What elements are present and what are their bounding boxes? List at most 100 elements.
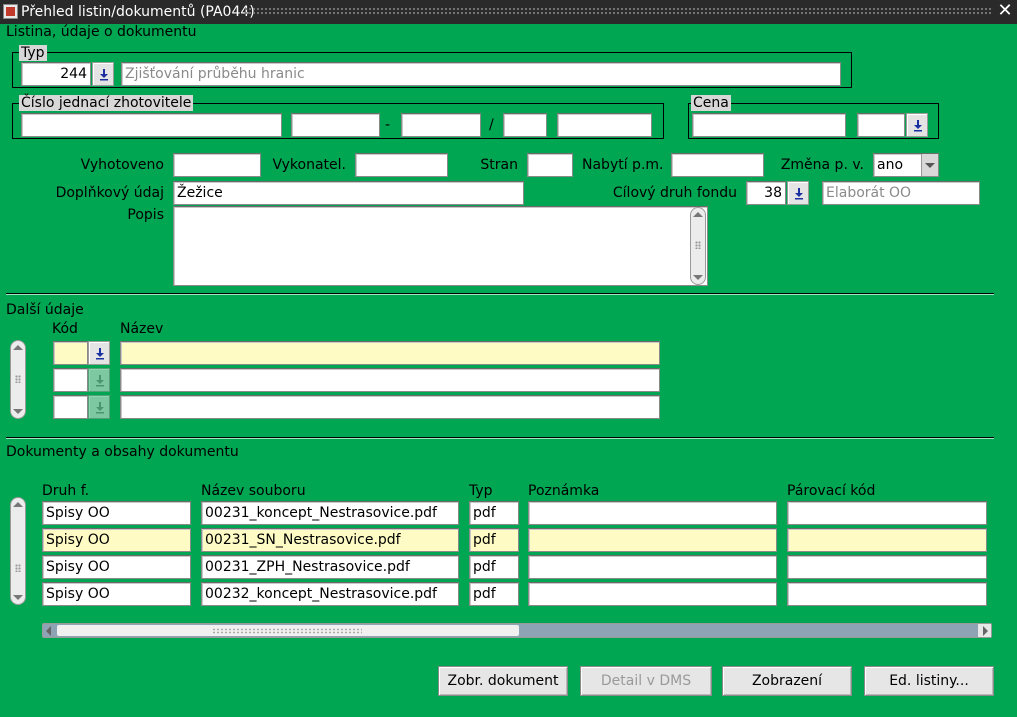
zobrazeni-button[interactable]: Zobrazení bbox=[722, 666, 852, 696]
cislo-jednaci-part-2[interactable] bbox=[291, 113, 380, 137]
title-bar-grip bbox=[244, 7, 993, 16]
popis-label: Popis bbox=[127, 207, 164, 223]
dokumenty-col-poznamka: Poznámka bbox=[528, 483, 600, 499]
vykonatel-label: Vykonatel. bbox=[272, 157, 346, 173]
zobr-dokument-button[interactable]: Zobr. dokument bbox=[438, 666, 568, 696]
dokument-row-1-poznamka[interactable] bbox=[528, 501, 777, 525]
dokument-row-2-typ[interactable]: pdf bbox=[469, 528, 519, 552]
dalsi-row-1-lov-button[interactable] bbox=[88, 341, 110, 365]
scroll-grip-icon bbox=[15, 564, 21, 572]
cislo-jednaci-part-1[interactable] bbox=[21, 113, 282, 137]
scroll-up-icon[interactable] bbox=[13, 502, 23, 507]
dokumenty-col-nazev: Název souboru bbox=[201, 483, 306, 499]
dalsi-scrollbar[interactable] bbox=[10, 340, 26, 419]
dokumenty-col-druh: Druh f. bbox=[42, 483, 90, 499]
scroll-grip-icon bbox=[15, 375, 21, 383]
cislo-jednaci-dash: - bbox=[385, 117, 391, 133]
typ-code-field[interactable]: 244 bbox=[21, 62, 91, 86]
scroll-down-icon[interactable] bbox=[13, 409, 23, 414]
dokumenty-col-parovaci: Párovací kód bbox=[787, 483, 876, 499]
dokument-row-4-nazev[interactable]: 00232_koncept_Nestrasovice.pdf bbox=[201, 582, 459, 606]
dokument-row-2-parovaci[interactable] bbox=[787, 528, 987, 552]
zmena-select[interactable]: ano bbox=[873, 153, 939, 177]
cislo-jednaci-label: Číslo jednací zhotovitele bbox=[19, 95, 194, 111]
dokumenty-hscrollbar[interactable] bbox=[42, 623, 992, 638]
scroll-right-icon[interactable] bbox=[983, 626, 988, 636]
vyhotoveno-field[interactable] bbox=[173, 153, 261, 177]
download-arrow-icon bbox=[96, 375, 104, 387]
dokument-row-4-poznamka[interactable] bbox=[528, 582, 777, 606]
scroll-left-icon[interactable] bbox=[46, 626, 51, 636]
nabyti-field[interactable] bbox=[671, 153, 764, 177]
ed-listiny-button[interactable]: Ed. listiny... bbox=[864, 666, 994, 696]
cilovy-lov-button[interactable] bbox=[787, 181, 809, 205]
dalsi-row-1-kod[interactable] bbox=[53, 341, 88, 365]
scroll-up-icon[interactable] bbox=[13, 345, 23, 350]
hscroll-thumb[interactable] bbox=[57, 625, 519, 636]
dokument-row-4-druh[interactable]: Spisy OO bbox=[42, 582, 191, 606]
chevron-down-icon[interactable] bbox=[921, 154, 938, 176]
dalsi-col-kod: Kód bbox=[52, 321, 78, 337]
cena-lov-button[interactable] bbox=[906, 113, 928, 137]
section-title-dokumenty: Dokumenty a obsahy dokumentu bbox=[6, 444, 239, 460]
nabyti-label: Nabytí p.m. bbox=[582, 157, 664, 173]
section-title-dalsi: Další údaje bbox=[6, 302, 84, 318]
dokument-row-2-nazev[interactable]: 00231_SN_Nestrasovice.pdf bbox=[201, 528, 459, 552]
dokument-row-3-typ[interactable]: pdf bbox=[469, 555, 519, 579]
scroll-down-icon[interactable] bbox=[13, 595, 23, 600]
cislo-jednaci-part-4[interactable] bbox=[503, 113, 547, 137]
download-arrow-icon bbox=[96, 402, 104, 414]
popis-scrollbar[interactable] bbox=[690, 207, 706, 285]
typ-lov-button[interactable] bbox=[92, 62, 114, 86]
dokument-row-1-nazev[interactable]: 00231_koncept_Nestrasovice.pdf bbox=[201, 501, 459, 525]
dokumenty-scrollbar[interactable] bbox=[10, 497, 26, 605]
dokument-row-4-typ[interactable]: pdf bbox=[469, 582, 519, 606]
dalsi-col-nazev: Název bbox=[120, 321, 164, 337]
dalsi-row-1-nazev[interactable] bbox=[120, 341, 660, 365]
dalsi-row-2-nazev[interactable] bbox=[120, 368, 660, 392]
cena-label: Cena bbox=[691, 95, 731, 111]
typ-label: Typ bbox=[19, 45, 47, 61]
dokument-row-3-druh[interactable]: Spisy OO bbox=[42, 555, 191, 579]
dalsi-row-3-nazev[interactable] bbox=[120, 395, 660, 419]
scroll-down-icon[interactable] bbox=[693, 275, 703, 280]
dokument-row-1-druh[interactable]: Spisy OO bbox=[42, 501, 191, 525]
dokument-row-2-poznamka[interactable] bbox=[528, 528, 777, 552]
zmena-label: Změna p. v. bbox=[780, 157, 864, 173]
dokument-row-2-druh[interactable]: Spisy OO bbox=[42, 528, 191, 552]
dalsi-row-2-lov-button[interactable] bbox=[88, 368, 110, 392]
popis-textarea[interactable] bbox=[173, 206, 708, 286]
detail-dms-button[interactable]: Detail v DMS bbox=[580, 666, 712, 696]
scroll-grip-icon bbox=[695, 241, 701, 249]
typ-description-field: Zjišťování průběhu hranic bbox=[121, 62, 841, 86]
dokument-row-1-parovaci[interactable] bbox=[787, 501, 987, 525]
cena-value-field[interactable] bbox=[692, 113, 846, 137]
dalsi-row-3-lov-button[interactable] bbox=[88, 395, 110, 419]
dalsi-row-3-kod[interactable] bbox=[53, 395, 88, 419]
vykonatel-field[interactable] bbox=[355, 153, 448, 177]
separator-1 bbox=[6, 293, 994, 295]
dokument-row-4-parovaci[interactable] bbox=[787, 582, 987, 606]
stran-label: Stran bbox=[480, 157, 518, 173]
download-arrow-icon bbox=[100, 69, 108, 81]
cilovy-description-field: Elaborát OO bbox=[822, 181, 980, 205]
cena-currency-field[interactable] bbox=[857, 113, 905, 137]
cislo-jednaci-part-5[interactable] bbox=[557, 113, 652, 137]
stran-field[interactable] bbox=[527, 153, 573, 177]
dokument-row-3-poznamka[interactable] bbox=[528, 555, 777, 579]
dokument-row-1-typ[interactable]: pdf bbox=[469, 501, 519, 525]
zmena-select-value: ano bbox=[877, 157, 904, 173]
close-icon[interactable]: ✕ bbox=[997, 2, 1013, 20]
cilovy-code-field[interactable]: 38 bbox=[746, 181, 786, 205]
window-title: Přehled listin/dokumentů (PA044) bbox=[21, 4, 255, 20]
dalsi-row-2-kod[interactable] bbox=[53, 368, 88, 392]
app-icon[interactable] bbox=[3, 4, 18, 19]
vyhotoveno-label: Vyhotoveno bbox=[80, 157, 164, 173]
cislo-jednaci-part-3[interactable] bbox=[401, 113, 481, 137]
dokument-row-3-parovaci[interactable] bbox=[787, 555, 987, 579]
download-arrow-icon bbox=[914, 120, 922, 132]
dokument-row-3-nazev[interactable]: 00231_ZPH_Nestrasovice.pdf bbox=[201, 555, 459, 579]
title-bar: Přehled listin/dokumentů (PA044) ✕ bbox=[0, 0, 1017, 24]
doplnkovy-field[interactable]: Žežice bbox=[173, 181, 524, 205]
scroll-up-icon[interactable] bbox=[693, 212, 703, 217]
